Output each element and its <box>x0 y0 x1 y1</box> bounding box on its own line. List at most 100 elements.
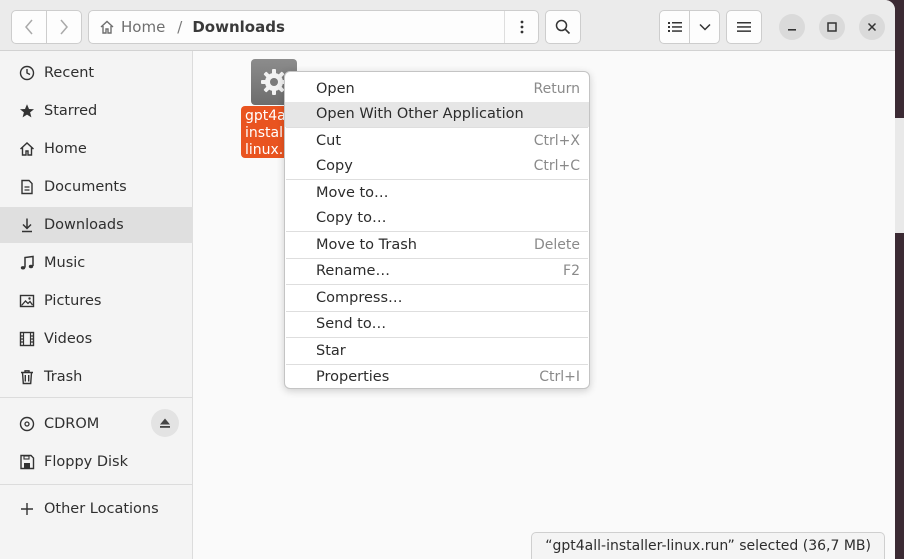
menu-item-shortcut: Ctrl+I <box>539 369 580 386</box>
sidebar-item-label: Pictures <box>44 293 102 309</box>
plus-icon <box>21 503 33 515</box>
sidebar-item-label: Downloads <box>44 217 124 233</box>
sidebar-item-documents[interactable]: Documents <box>0 169 193 205</box>
sidebar-item-label: Trash <box>44 369 83 385</box>
forward-button[interactable] <box>46 11 81 43</box>
sidebar-item-other-locations[interactable]: Other Locations <box>0 491 193 527</box>
minimize-icon <box>788 29 796 31</box>
back-button[interactable] <box>12 11 46 43</box>
menu-item-properties[interactable]: Properties Ctrl+I <box>285 365 589 391</box>
picture-icon <box>19 294 35 308</box>
sidebar: Recent Starred Home Documents Downloads … <box>0 51 193 559</box>
sidebar-item-videos[interactable]: Videos <box>0 321 193 357</box>
menu-item-cut[interactable]: Cut Ctrl+X <box>285 128 589 154</box>
selection-status: “gpt4all-installer-linux.run” selected (… <box>545 538 871 554</box>
menu-item-star[interactable]: Star <box>285 338 589 364</box>
sidebar-item-recent[interactable]: Recent <box>0 55 193 91</box>
path-bar: Home / Downloads <box>88 10 539 44</box>
star-icon <box>20 104 34 118</box>
sidebar-item-music[interactable]: Music <box>0 245 193 281</box>
menu-item-label: Properties <box>316 369 390 386</box>
breadcrumb-home[interactable]: Home <box>99 18 165 36</box>
music-note-icon <box>20 255 34 270</box>
menu-item-shortcut: Delete <box>534 236 580 253</box>
sidebar-item-downloads[interactable]: Downloads <box>0 207 193 243</box>
chevron-left-icon <box>25 19 33 35</box>
sidebar-item-label: Music <box>44 255 86 271</box>
menu-item-shortcut: Return <box>533 80 580 97</box>
search-icon <box>555 19 571 35</box>
sidebar-item-starred[interactable]: Starred <box>0 93 193 129</box>
menu-item-label: Compress… <box>316 289 403 306</box>
maximize-icon <box>827 22 837 32</box>
menu-item-label: Open With Other Application <box>316 106 524 123</box>
menu-item-label: Star <box>316 342 346 359</box>
menu-item-label: Copy <box>316 158 353 175</box>
menu-item-move-to-trash[interactable]: Move to Trash Delete <box>285 232 589 258</box>
sidebar-item-trash[interactable]: Trash <box>0 359 193 395</box>
menu-item-shortcut: F2 <box>563 263 580 280</box>
film-icon <box>19 331 35 347</box>
view-toggle-group <box>659 10 720 44</box>
eject-icon <box>160 418 170 428</box>
menu-item-send-to[interactable]: Send to… <box>285 312 589 338</box>
hamburger-icon <box>737 22 751 32</box>
menu-item-open-with-other-application[interactable]: Open With Other Application <box>285 101 589 127</box>
sidebar-divider <box>0 397 193 398</box>
eject-button[interactable] <box>151 409 179 437</box>
search-button[interactable] <box>545 10 581 44</box>
sidebar-item-pictures[interactable]: Pictures <box>0 283 193 319</box>
menu-item-shortcut: Ctrl+C <box>533 158 580 175</box>
close-button[interactable] <box>859 14 885 40</box>
menu-item-label: Open <box>316 80 355 97</box>
menu-item-shortcut: Ctrl+X <box>533 132 580 149</box>
menu-item-copy-to[interactable]: Copy to… <box>285 206 589 232</box>
sidebar-divider <box>0 484 193 485</box>
menu-item-rename[interactable]: Rename… F2 <box>285 259 589 285</box>
view-options-dropdown[interactable] <box>689 11 719 43</box>
menu-item-label: Copy to… <box>316 210 387 227</box>
menu-item-label: Rename… <box>316 263 390 280</box>
menu-item-label: Cut <box>316 132 341 149</box>
chevron-down-icon <box>698 23 711 31</box>
files-window: Home / Downloads Recent Starred Home Doc… <box>0 0 895 559</box>
document-icon <box>21 179 33 195</box>
header-bar: Home / Downloads <box>0 0 895 51</box>
sidebar-item-cdrom[interactable]: CDROM <box>0 406 193 442</box>
clock-icon <box>19 65 35 81</box>
sidebar-item-label: Home <box>44 141 87 157</box>
sidebar-item-floppy-disk[interactable]: Floppy Disk <box>0 444 193 480</box>
sidebar-item-home[interactable]: Home <box>0 131 193 167</box>
context-menu: Open Return Open With Other Application … <box>284 71 590 389</box>
status-bar: “gpt4all-installer-linux.run” selected (… <box>531 532 885 559</box>
sidebar-item-label: Videos <box>44 331 93 347</box>
close-icon <box>867 22 877 32</box>
list-view-icon <box>667 22 682 32</box>
sidebar-item-label: CDROM <box>44 416 100 432</box>
menu-item-copy[interactable]: Copy Ctrl+C <box>285 154 589 180</box>
trash-icon <box>21 370 33 385</box>
menu-item-compress[interactable]: Compress… <box>285 285 589 311</box>
sidebar-item-label: Other Locations <box>44 501 159 517</box>
breadcrumb-separator: / <box>177 18 183 36</box>
navigation-buttons <box>11 10 82 44</box>
menu-item-open[interactable]: Open Return <box>285 76 589 102</box>
maximize-button[interactable] <box>819 14 845 40</box>
floppy-icon <box>20 454 35 470</box>
breadcrumb-current[interactable]: Downloads <box>192 18 285 36</box>
path-menu-button[interactable] <box>504 11 538 43</box>
menu-item-label: Move to Trash <box>316 236 417 253</box>
breadcrumb-home-label: Home <box>121 18 166 36</box>
disc-icon <box>19 416 35 432</box>
main-menu-button[interactable] <box>726 10 762 44</box>
sidebar-item-label: Floppy Disk <box>44 454 128 470</box>
download-icon <box>22 218 32 233</box>
menu-item-label: Send to… <box>316 316 387 333</box>
minimize-button[interactable] <box>779 14 805 40</box>
sidebar-item-label: Starred <box>44 103 98 119</box>
vertical-dots-icon <box>520 20 523 34</box>
menu-item-move-to[interactable]: Move to… <box>285 180 589 206</box>
list-view-button[interactable] <box>660 11 689 43</box>
sidebar-item-label: Documents <box>44 179 127 195</box>
chevron-right-icon <box>60 19 68 35</box>
